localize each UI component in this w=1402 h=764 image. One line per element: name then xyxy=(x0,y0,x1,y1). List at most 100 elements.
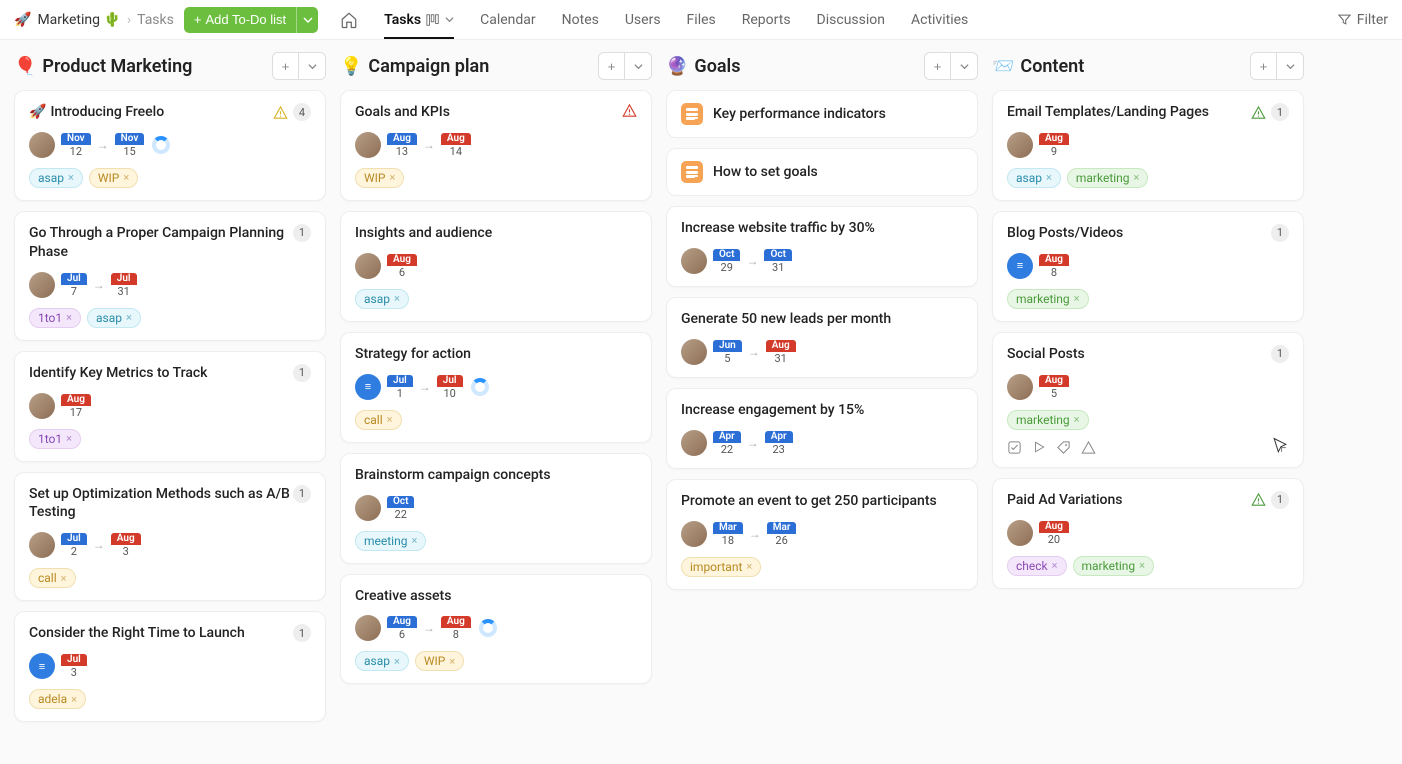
column-add-button[interactable]: + xyxy=(1251,53,1277,79)
avatar[interactable] xyxy=(29,393,55,419)
note-card[interactable]: Key performance indicators xyxy=(666,90,978,138)
task-card[interactable]: Creative assets Aug6→Aug8 asap×WIP× xyxy=(340,574,652,685)
date-chip[interactable]: Mar18 xyxy=(713,522,743,546)
breadcrumb-section[interactable]: Tasks xyxy=(137,12,174,28)
task-card[interactable]: Goals and KPIs Aug13→Aug14 WIP× xyxy=(340,90,652,201)
column-add-button[interactable]: + xyxy=(273,53,299,79)
tag-remove-icon[interactable]: × xyxy=(1134,171,1140,184)
task-card[interactable]: Strategy for action ≡Jul1→Jul10 call× xyxy=(340,332,652,443)
tag-asap[interactable]: asap× xyxy=(29,168,83,188)
tag-remove-icon[interactable]: × xyxy=(66,432,72,445)
nav-discussion[interactable]: Discussion xyxy=(817,0,885,39)
avatar[interactable]: ≡ xyxy=(1007,253,1033,279)
task-card[interactable]: Increase engagement by 15% Apr22→Apr23 xyxy=(666,388,978,469)
column-add-button[interactable]: + xyxy=(925,53,951,79)
date-chip[interactable]: Jul3 xyxy=(61,654,87,678)
filter-button[interactable]: Filter xyxy=(1337,12,1388,28)
date-chip[interactable]: Aug17 xyxy=(61,394,91,418)
tag-remove-icon[interactable]: × xyxy=(449,655,455,668)
add-todo-list-button[interactable]: + Add To-Do list xyxy=(184,7,296,33)
task-card[interactable]: 🚀Introducing Freelo 4 Nov12→Nov15 asap×W… xyxy=(14,90,326,201)
task-card[interactable]: Blog Posts/Videos 1 ≡Aug8 marketing× xyxy=(992,211,1304,322)
avatar[interactable]: ≡ xyxy=(29,653,55,679)
tag-marketing[interactable]: marketing× xyxy=(1007,289,1089,309)
tag-adela[interactable]: adela× xyxy=(29,689,86,709)
tag-remove-icon[interactable]: × xyxy=(1052,559,1058,572)
date-chip[interactable]: Nov15 xyxy=(115,133,145,157)
tag-remove-icon[interactable]: × xyxy=(66,311,72,324)
task-card[interactable]: Social Posts 1 Aug5 marketing× xyxy=(992,332,1304,468)
tag-remove-icon[interactable]: × xyxy=(411,534,417,547)
date-chip[interactable]: Jul2 xyxy=(61,533,87,557)
task-card[interactable]: Insights and audience Aug6 asap× xyxy=(340,211,652,322)
column-menu-button[interactable] xyxy=(1277,53,1303,79)
tag-remove-icon[interactable]: × xyxy=(126,311,132,324)
tag-remove-icon[interactable]: × xyxy=(1074,292,1080,305)
avatar[interactable] xyxy=(29,532,55,558)
nav-reports[interactable]: Reports xyxy=(742,0,791,39)
tag-remove-icon[interactable]: × xyxy=(394,292,400,305)
add-todo-list-dropdown[interactable] xyxy=(296,7,318,33)
tag-WIP[interactable]: WIP× xyxy=(89,168,138,188)
date-chip[interactable]: Oct31 xyxy=(764,249,791,273)
avatar[interactable] xyxy=(1007,374,1033,400)
column-add-button[interactable]: + xyxy=(599,53,625,79)
date-chip[interactable]: Jul7 xyxy=(61,273,87,297)
tag-remove-icon[interactable]: × xyxy=(1046,171,1052,184)
nav-activities[interactable]: Activities xyxy=(911,0,968,39)
note-card[interactable]: How to set goals xyxy=(666,148,978,196)
tag-remove-icon[interactable]: × xyxy=(389,171,395,184)
date-chip[interactable]: Jul31 xyxy=(111,273,137,297)
tag-marketing[interactable]: marketing× xyxy=(1007,410,1089,430)
tag-call[interactable]: call× xyxy=(29,568,76,588)
tag-remove-icon[interactable]: × xyxy=(1139,559,1145,572)
avatar[interactable] xyxy=(1007,132,1033,158)
avatar[interactable] xyxy=(355,495,381,521)
play-icon[interactable] xyxy=(1032,440,1046,454)
avatar[interactable] xyxy=(355,253,381,279)
nav-notes[interactable]: Notes xyxy=(562,0,599,39)
tag-marketing[interactable]: marketing× xyxy=(1067,168,1149,188)
date-chip[interactable]: Oct22 xyxy=(387,496,414,520)
date-chip[interactable]: Aug5 xyxy=(1039,375,1069,399)
date-chip[interactable]: Aug13 xyxy=(387,133,417,157)
task-card[interactable]: Set up Optimization Methods such as A/B … xyxy=(14,472,326,602)
label-icon[interactable] xyxy=(1056,440,1071,455)
task-card[interactable]: Brainstorm campaign concepts Oct22 meeti… xyxy=(340,453,652,564)
date-chip[interactable]: Oct29 xyxy=(713,249,740,273)
column-menu-button[interactable] xyxy=(625,53,651,79)
avatar[interactable] xyxy=(681,339,707,365)
date-chip[interactable]: Apr22 xyxy=(713,431,741,455)
task-card[interactable]: Increase website traffic by 30% Oct29→Oc… xyxy=(666,206,978,287)
task-card[interactable]: Go Through a Proper Campaign Planning Ph… xyxy=(14,211,326,341)
nav-tasks[interactable]: Tasks xyxy=(384,0,454,39)
tag-WIP[interactable]: WIP× xyxy=(355,168,404,188)
tag-remove-icon[interactable]: × xyxy=(123,171,129,184)
tag-remove-icon[interactable]: × xyxy=(68,171,74,184)
tag-marketing[interactable]: marketing× xyxy=(1073,556,1155,576)
tag-asap[interactable]: asap× xyxy=(355,289,409,309)
date-chip[interactable]: Aug20 xyxy=(1039,521,1069,545)
tag-WIP[interactable]: WIP× xyxy=(415,651,464,671)
tag-asap[interactable]: asap× xyxy=(355,651,409,671)
avatar[interactable] xyxy=(1007,520,1033,546)
tag-important[interactable]: important× xyxy=(681,557,761,577)
date-chip[interactable]: Aug3 xyxy=(111,533,141,557)
tag-check[interactable]: check× xyxy=(1007,556,1067,576)
column-menu-button[interactable] xyxy=(299,53,325,79)
task-card[interactable]: Generate 50 new leads per month Jun5→Aug… xyxy=(666,297,978,378)
avatar[interactable] xyxy=(681,248,707,274)
tag-asap[interactable]: asap× xyxy=(1007,168,1061,188)
avatar[interactable] xyxy=(355,615,381,641)
date-chip[interactable]: Aug8 xyxy=(1039,254,1069,278)
avatar[interactable] xyxy=(29,132,55,158)
avatar[interactable]: ≡ xyxy=(355,374,381,400)
task-card[interactable]: Consider the Right Time to Launch 1 ≡Jul… xyxy=(14,611,326,722)
date-chip[interactable]: Aug8 xyxy=(441,616,471,640)
date-chip[interactable]: Aug9 xyxy=(1039,133,1069,157)
date-chip[interactable]: Jul10 xyxy=(437,375,463,399)
nav-files[interactable]: Files xyxy=(687,0,716,39)
tag-remove-icon[interactable]: × xyxy=(1074,413,1080,426)
date-chip[interactable]: Jun5 xyxy=(713,340,742,364)
nav-users[interactable]: Users xyxy=(625,0,661,39)
